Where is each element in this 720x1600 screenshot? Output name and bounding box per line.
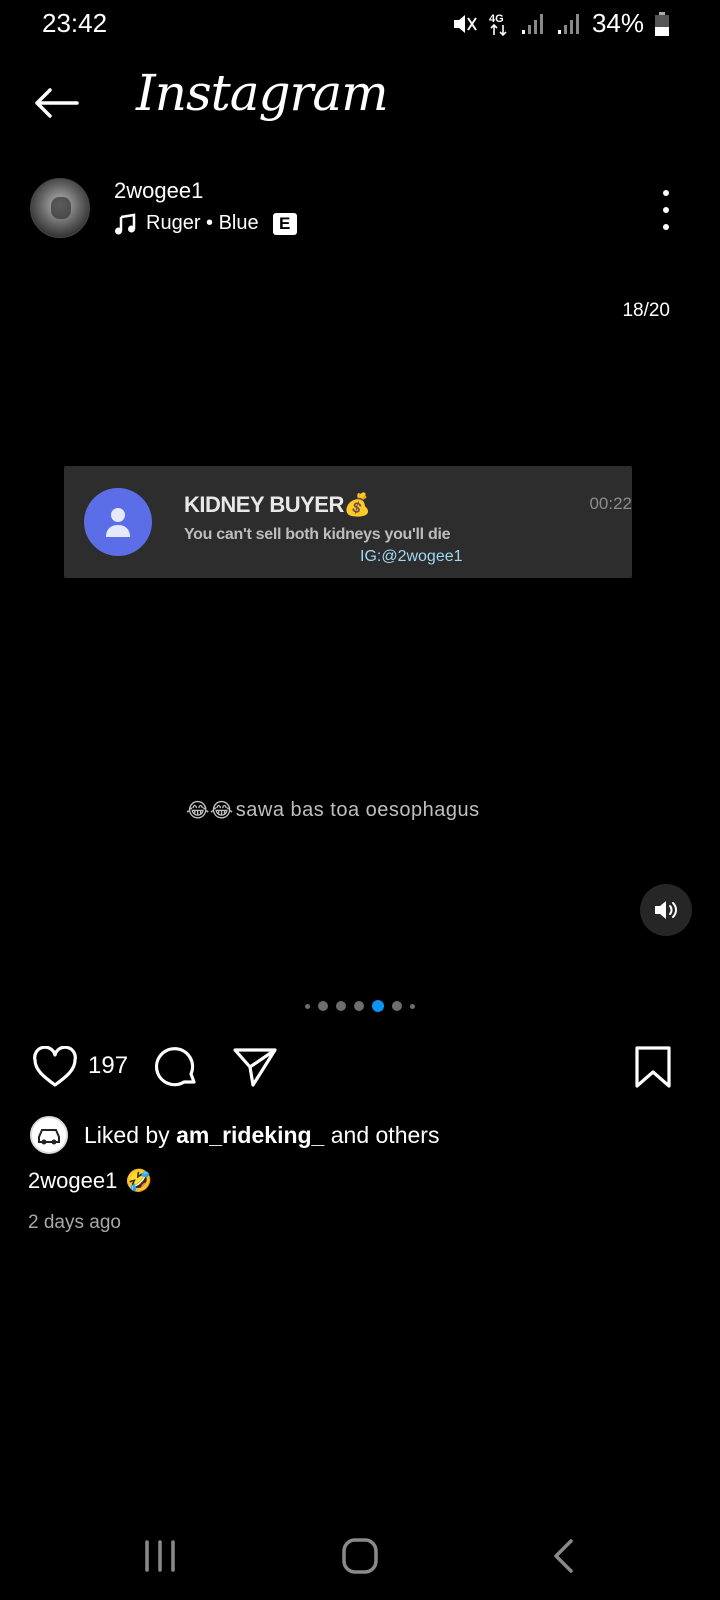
share-button[interactable]: [232, 1042, 278, 1092]
app-header: Instagram: [0, 60, 720, 140]
contact-avatar: [84, 488, 152, 556]
car-icon: [38, 1129, 60, 1145]
home-button[interactable]: [338, 1534, 382, 1578]
post-header: 2wogee1 Ruger • Blue E: [0, 178, 720, 242]
back-button[interactable]: [28, 78, 84, 128]
sound-toggle-button[interactable]: [640, 884, 692, 936]
arrow-left-icon: [35, 88, 79, 118]
network-4g-icon: 4G: [489, 13, 507, 36]
watermark: IG:@2wogee1: [360, 548, 463, 565]
post-timestamp: 2 days ago: [28, 1212, 121, 1233]
like-count: 197: [88, 1052, 129, 1079]
liked-by[interactable]: Liked by am_rideking_ and others: [30, 1116, 439, 1154]
overlay-emojis: 😂😂: [186, 800, 234, 822]
caption-emoji: 🤣: [125, 1168, 153, 1193]
post-username[interactable]: 2wogee1: [114, 178, 203, 204]
overlay-text: sawa bas toa oesophagus: [235, 799, 480, 821]
recent-apps-button[interactable]: [140, 1534, 180, 1578]
carousel-dot: [410, 1003, 415, 1009]
comment-button[interactable]: [154, 1042, 200, 1092]
carousel-dot: [318, 1001, 328, 1011]
system-back-button[interactable]: [548, 1534, 578, 1578]
system-nav-bar: [0, 1520, 720, 1600]
liked-by-avatar: [30, 1116, 68, 1154]
explicit-badge: E: [272, 212, 297, 235]
bookmark-icon: [635, 1046, 671, 1088]
status-bar: 23:42 4G 34%: [0, 0, 720, 48]
carousel-indicator: [0, 1000, 720, 1012]
chevron-left-icon: [554, 1539, 573, 1573]
more-options-button[interactable]: [658, 190, 674, 230]
heart-icon: [33, 1046, 77, 1087]
more-vertical-icon: [663, 190, 669, 196]
battery-level: 34%: [591, 8, 644, 38]
music-note-icon: [115, 213, 136, 234]
mute-icon: [453, 14, 477, 33]
carousel-counter: 18/20: [622, 300, 670, 321]
home-icon: [342, 1538, 378, 1574]
paper-plane-icon: [233, 1048, 277, 1087]
avatar[interactable]: [30, 178, 90, 238]
battery-icon: [655, 11, 669, 36]
music-label: Ruger • Blue: [146, 212, 259, 234]
overlay-caption: 😂😂 sawa bas toa oesophagus: [186, 798, 480, 823]
comment-icon: [154, 1047, 196, 1087]
like-button[interactable]: [32, 1042, 78, 1092]
post-caption: 2wogee1 🤣: [28, 1168, 153, 1194]
liked-by-username[interactable]: am_rideking_: [176, 1122, 324, 1148]
save-button[interactable]: [634, 1042, 672, 1092]
carousel-dot: [354, 1001, 364, 1011]
carousel-dot: [336, 1001, 346, 1011]
person-icon: [106, 508, 130, 537]
signal-icon: [521, 13, 543, 34]
volume-on-icon: [655, 901, 677, 919]
post-media[interactable]: KIDNEY BUYER💰 You can't sell both kidney…: [0, 440, 720, 960]
status-time: 23:42: [42, 8, 108, 38]
liked-by-text: Liked by am_rideking_ and others: [84, 1121, 440, 1148]
music-attribution[interactable]: Ruger • Blue E: [114, 212, 297, 235]
caption-username[interactable]: 2wogee1: [28, 1168, 117, 1194]
carousel-dot: [392, 1001, 402, 1011]
status-icons: 4G 34%: [452, 8, 670, 39]
notification-title: KIDNEY BUYER💰: [184, 492, 371, 517]
signal-icon-2: [557, 13, 579, 34]
svg-text:4G: 4G: [489, 13, 504, 25]
carousel-dot-active: [372, 1000, 384, 1012]
post-actions: 197: [0, 1042, 720, 1094]
carousel-dot: [305, 1003, 310, 1009]
notification-text: You can't sell both kidneys you'll die: [184, 526, 451, 543]
notification-time: 00:22: [589, 494, 632, 513]
instagram-logo: Instagram: [136, 64, 389, 122]
notification-card: KIDNEY BUYER💰 You can't sell both kidney…: [64, 466, 632, 578]
recents-icon: [145, 1540, 175, 1572]
